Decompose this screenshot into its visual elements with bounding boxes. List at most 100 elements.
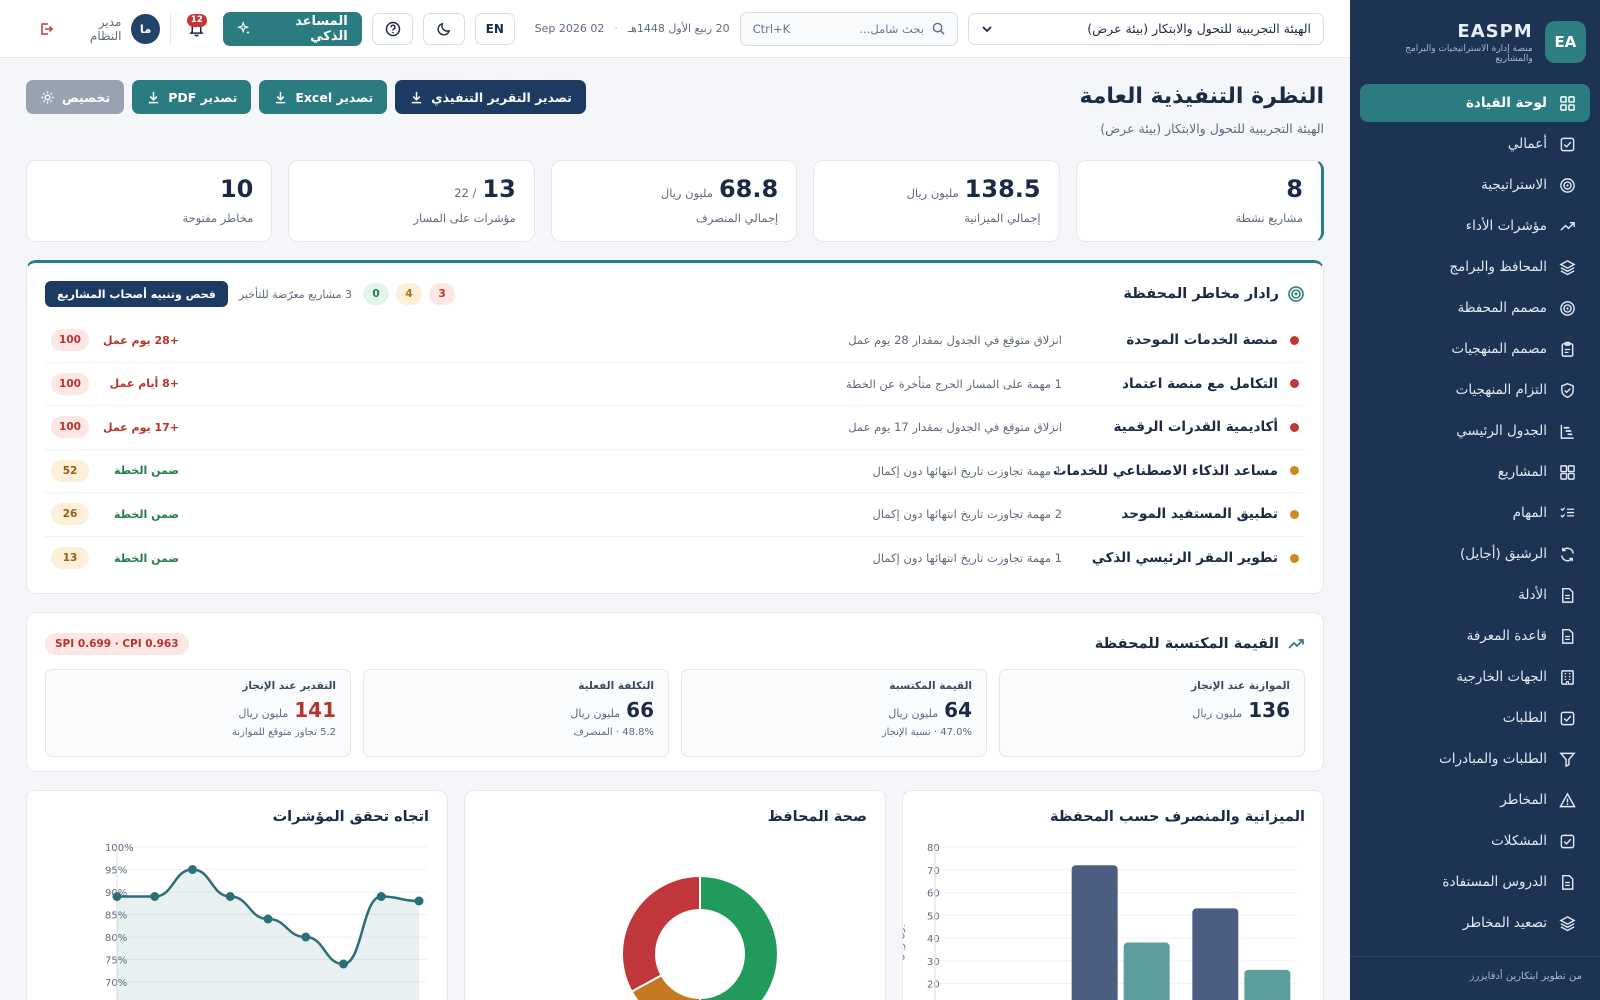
kpi-trend-line-chart: 100%95%90%85%80%75%70%65%60% xyxy=(105,843,427,1000)
brand-logo[interactable]: EA xyxy=(1544,21,1586,63)
risk-description: انزلاق متوقع في الجدول بمقدار 17 يوم عمل xyxy=(848,420,1062,435)
logout-icon xyxy=(41,22,54,35)
kpi-label: إجمالي المنصرف xyxy=(695,211,779,225)
kpi-unit: مليون ريال xyxy=(906,186,959,200)
logout-button[interactable] xyxy=(36,21,57,37)
sidebar-item-label: الجدول الرئيسي xyxy=(1456,423,1547,439)
risk-row[interactable]: تطوير المقر الرئيسي الذكي 1 مهمة تجاوزت ت… xyxy=(45,537,1305,581)
risk-row[interactable]: منصة الخدمات الموحدة انزلاق متوقع في الجد… xyxy=(45,319,1305,363)
risk-status: ضمن الخطة xyxy=(114,507,179,521)
risk-radar-title-text: رادار مخاطر المحفظة xyxy=(1123,286,1279,302)
sidebar-item-17[interactable]: المخاطر xyxy=(1360,781,1590,819)
export-executive-report-button[interactable]: تصدير التقرير التنفيذي xyxy=(395,80,586,114)
sidebar-item-8[interactable]: الجدول الرئيسي xyxy=(1360,412,1590,450)
sidebar-item-label: المشكلات xyxy=(1491,833,1547,849)
budget-chart-card: الميزانية والمنصرف حسب المحفظة مليون ريا… xyxy=(902,790,1324,1000)
target-icon xyxy=(1560,300,1575,316)
line-point xyxy=(150,892,160,901)
dashboard-icon xyxy=(1560,95,1575,111)
sidebar-item-13[interactable]: قاعدة المعرفة xyxy=(1360,617,1590,655)
risk-status: +28 يوم عمل xyxy=(103,333,179,347)
sidebar-item-5[interactable]: مصمم المحفظة xyxy=(1360,289,1590,327)
risk-status: +8 أيام عمل xyxy=(109,377,179,391)
risk-row[interactable]: أكاديمية القدرات الرقمية انزلاق متوقع في … xyxy=(45,406,1305,450)
filter-icon xyxy=(1559,752,1576,767)
ev-metric-box: التكلفة الفعلية 66 مليون ريال 48.8% · المنص… xyxy=(363,669,669,757)
theme-toggle-button[interactable] xyxy=(423,12,465,45)
risk-radar-card: رادار مخاطر المحفظة 3 4 0 3 مشاريع معرّض… xyxy=(26,260,1324,594)
kpi-card[interactable]: 10 مخاطر مفتوحة xyxy=(25,160,273,242)
risk-row[interactable]: مساعد الذكاء الاصطناعي للخدمات 1 مهمة تجا… xyxy=(45,450,1305,493)
portfolio-health-card: صحة المحافظ xyxy=(464,790,886,1000)
sidebar-item-label: الدروس المستفادة xyxy=(1442,874,1547,890)
notifications-button[interactable]: 12 xyxy=(181,12,213,46)
earned-value-grid: الموازنة عند الإنجاز 136 مليون ريال القيمة … xyxy=(45,669,1305,757)
sidebar-item-12[interactable]: الأدلة xyxy=(1360,576,1590,614)
ev-value: 64 xyxy=(944,698,972,722)
sidebar-item-14[interactable]: الجهات الخارجية xyxy=(1360,658,1590,696)
sidebar-item-6[interactable]: مصمم المنهجيات xyxy=(1360,330,1590,368)
ai-assistant-button[interactable]: المساعد الذكي xyxy=(222,11,362,46)
sidebar-item-20[interactable]: تصعيد المخاطر xyxy=(1360,904,1590,942)
language-toggle[interactable]: EN xyxy=(474,12,515,45)
budget-chart-title: الميزانية والمنصرف حسب المحفظة xyxy=(1049,809,1305,825)
export-pdf-button[interactable]: تصدير PDF xyxy=(132,80,252,114)
sidebar-item-0[interactable]: لوحة القيادة xyxy=(1360,84,1590,122)
sidebar-item-18[interactable]: المشكلات xyxy=(1360,822,1590,860)
kpi-card[interactable]: 68.8 مليون ريال إجمالي المنصرف xyxy=(550,160,798,242)
sidebar-item-4[interactable]: المحافظ والبرامج xyxy=(1360,248,1590,286)
date-gregorian: 02 Sep 2026 xyxy=(534,22,605,35)
export-excel-button[interactable]: تصدير Excel xyxy=(259,80,388,114)
risk-score-badge: 100 xyxy=(51,329,89,352)
line-point xyxy=(263,914,273,924)
help-button[interactable] xyxy=(371,12,414,45)
sidebar-item-7[interactable]: التزام المنهجيات xyxy=(1360,371,1590,409)
sidebar-item-3[interactable]: مؤشرات الأداء xyxy=(1360,207,1590,245)
sidebar-item-10[interactable]: المهام xyxy=(1360,494,1590,532)
task-list-icon xyxy=(1560,506,1575,518)
sidebar-item-19[interactable]: الدروس المستفادة xyxy=(1360,863,1590,901)
risk-level-dot xyxy=(1290,553,1299,563)
bar xyxy=(1192,908,1239,1000)
page-header: النظرة التنفيذية العامة الهيئة التجريبية… xyxy=(26,80,1324,156)
check-square-icon xyxy=(1560,711,1575,725)
kpi-trend-card: اتجاه تحقق المؤشرات 100%95%90%85%80%75%7… xyxy=(26,790,448,1000)
org-select[interactable]: الهيئة التجريبية للتحول والابتكار (بيئة … xyxy=(967,12,1324,45)
earned-value-title: القيمة المكتسبة للمحفظة xyxy=(1095,635,1305,653)
sidebar-item-9[interactable]: المشاريع xyxy=(1360,453,1590,491)
sidebar-item-16[interactable]: الطلبات والمبادرات xyxy=(1360,740,1590,778)
search-input[interactable]: بحث شامل... Ctrl+K xyxy=(739,11,958,46)
sidebar-item-label: المهام xyxy=(1512,505,1547,521)
customize-button[interactable]: تخصيص xyxy=(26,80,125,114)
donut-slice xyxy=(699,874,779,1000)
shield-check-icon xyxy=(1561,382,1574,398)
ev-label: التقدير عند الإنجاز xyxy=(242,680,336,692)
line-point xyxy=(112,892,122,901)
refresh-icon xyxy=(1561,547,1574,561)
risk-row[interactable]: التكامل مع منصة اعتماد 1 مهمة على المسار … xyxy=(45,363,1305,406)
y-tick-label: 60 xyxy=(927,889,940,900)
risk-description: 1 مهمة تجاوزت تاريخ انتهائها دون إكمال xyxy=(872,551,1062,566)
donut-slice xyxy=(621,874,701,993)
ev-unit: مليون ريال xyxy=(1192,707,1243,720)
avatar[interactable]: ما xyxy=(131,13,160,44)
risk-project-name: أكاديمية القدرات الرقمية xyxy=(1113,419,1278,436)
amber-count-badge: 4 xyxy=(395,283,422,305)
kpi-card[interactable]: 8 مشاريع نشطة xyxy=(1075,160,1324,242)
y-tick-label: 95% xyxy=(105,866,127,877)
kpi-card[interactable]: 13 / 22 مؤشرات على المسار xyxy=(288,160,535,242)
file-icon xyxy=(1562,628,1574,644)
check-and-notify-button[interactable]: فحص وتنبيه أصحاب المشاريع xyxy=(45,281,228,307)
topbar: الهيئة التجريبية للتحول والابتكار (بيئة … xyxy=(0,0,1350,58)
sidebar-item-11[interactable]: الرشيق (أجايل) xyxy=(1360,535,1590,573)
kpi-card[interactable]: 138.5 مليون ريال إجمالي الميزانية xyxy=(813,160,1060,242)
risk-project-name: تطوير المقر الرئيسي الذكي xyxy=(1091,550,1278,567)
check-square-icon xyxy=(1560,137,1575,151)
dashboard-content: النظرة التنفيذية العامة الهيئة التجريبية… xyxy=(0,58,1350,1000)
kpi-label: مؤشرات على المسار xyxy=(413,211,516,225)
sidebar-item-15[interactable]: الطلبات xyxy=(1360,699,1590,737)
sidebar-item-1[interactable]: أعمالي xyxy=(1360,125,1590,163)
user-name: مدير النظام xyxy=(89,14,122,43)
sidebar-item-2[interactable]: الاستراتيجية xyxy=(1360,166,1590,204)
risk-row[interactable]: تطبيق المستفيد الموحد 2 مهمة تجاوزت تاريخ… xyxy=(45,493,1305,537)
